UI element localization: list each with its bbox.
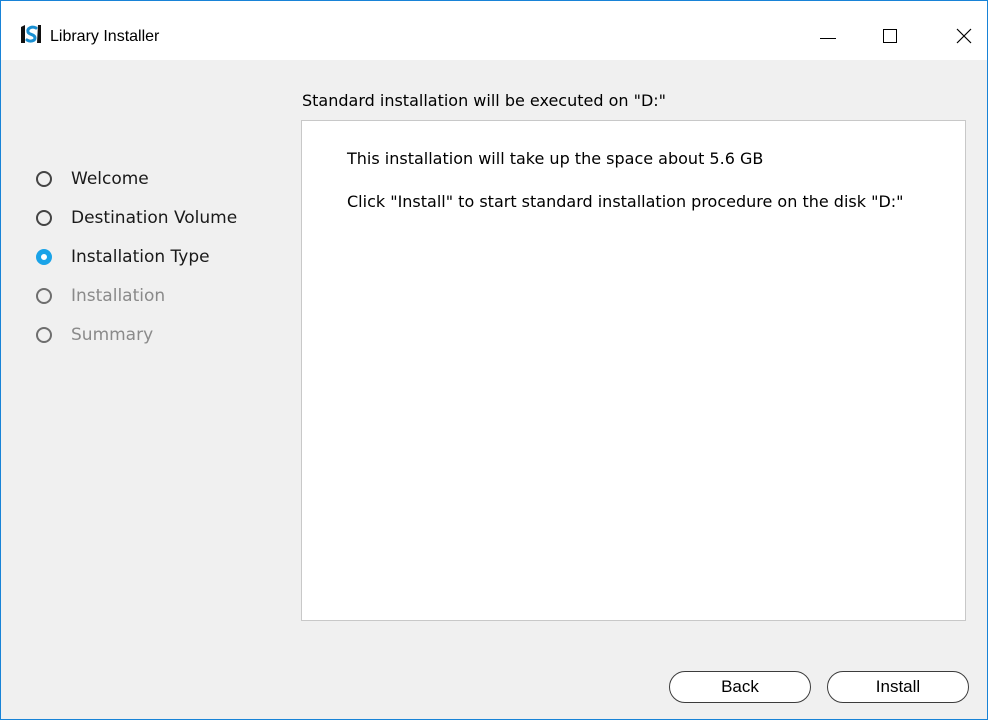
step-label: Installation: [71, 285, 166, 306]
back-button[interactable]: Back: [669, 671, 811, 703]
step-label: Summary: [71, 324, 154, 345]
step-installation: Installation: [36, 276, 237, 315]
step-radio-icon: [36, 287, 52, 304]
step-radio-icon: [36, 170, 52, 187]
close-icon: [956, 28, 972, 44]
installer-window: Library Installer Welcome Destination Vo…: [0, 0, 988, 720]
window-title: Library Installer: [50, 28, 160, 45]
installer-steps: Welcome Destination Volume Installation …: [36, 159, 237, 354]
step-radio-icon: [36, 326, 52, 343]
content-panel: This installation will take up the space…: [301, 120, 966, 621]
minimize-button[interactable]: [805, 14, 851, 58]
page-heading: Standard installation will be executed o…: [302, 91, 667, 110]
step-welcome: Welcome: [36, 159, 237, 198]
step-label: Welcome: [71, 168, 149, 189]
close-button[interactable]: [941, 14, 987, 58]
step-summary: Summary: [36, 315, 237, 354]
maximize-button[interactable]: [867, 14, 913, 58]
step-destination-volume: Destination Volume: [36, 198, 237, 237]
step-label: Installation Type: [71, 246, 210, 267]
step-label: Destination Volume: [71, 207, 238, 228]
step-installation-type: Installation Type: [36, 237, 237, 276]
step-radio-icon: [36, 209, 52, 226]
install-instruction-text: Click "Install" to start standard instal…: [347, 192, 904, 211]
minimize-icon: [820, 37, 836, 39]
space-required-text: This installation will take up the space…: [347, 149, 764, 168]
library-installer-logo-icon: [19, 23, 43, 45]
step-radio-selected-icon: [36, 248, 52, 265]
install-button[interactable]: Install: [827, 671, 969, 703]
title-bar[interactable]: Library Installer: [1, 1, 987, 60]
maximize-icon: [883, 29, 897, 43]
